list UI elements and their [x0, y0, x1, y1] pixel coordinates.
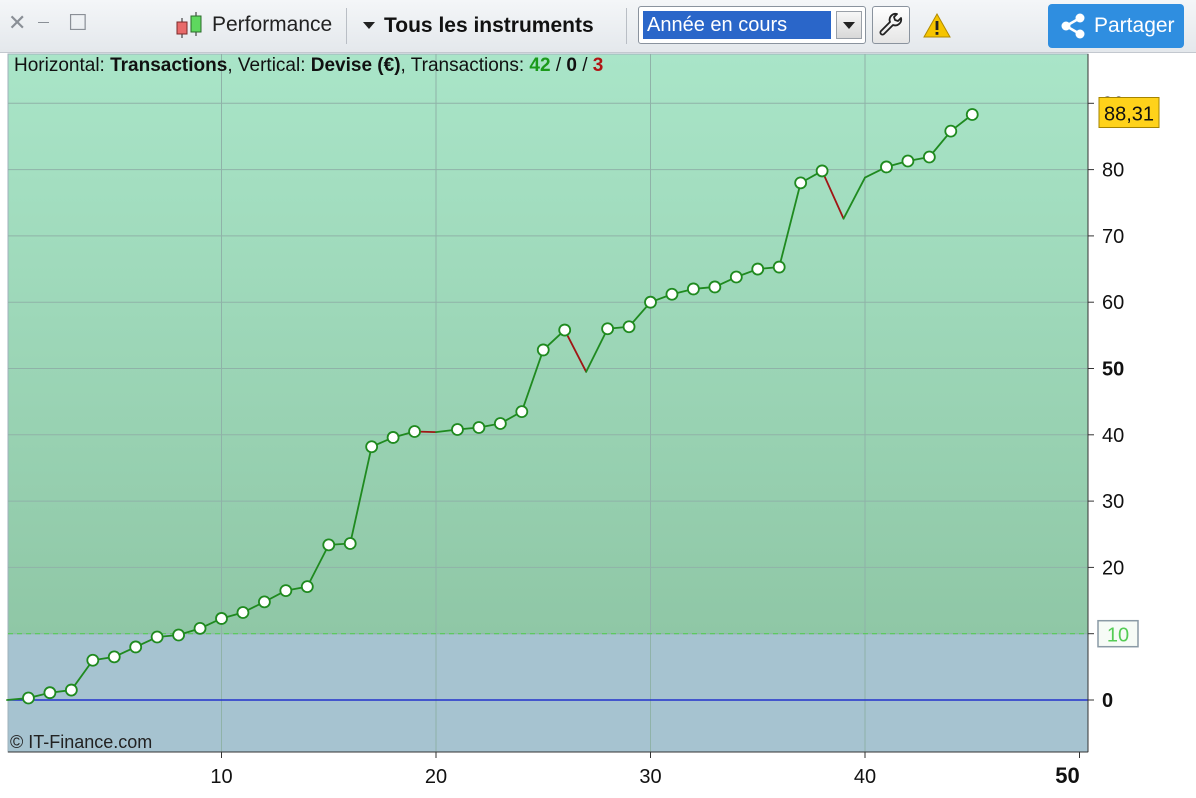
data-point[interactable]	[644, 295, 657, 309]
transactions-win-count: 42	[529, 55, 551, 76]
data-point[interactable]	[150, 630, 164, 644]
data-point[interactable]	[601, 322, 614, 336]
data-point[interactable]	[236, 606, 250, 619]
data-point[interactable]	[558, 323, 572, 337]
y-tick-label: 30	[1102, 491, 1124, 513]
data-point[interactable]	[901, 154, 915, 168]
data-point[interactable]	[729, 270, 743, 284]
transactions-loss-count: 3	[592, 55, 604, 76]
y-tick-label: 80	[1102, 160, 1124, 182]
data-point[interactable]	[622, 320, 636, 334]
y-tick-label: 60	[1102, 292, 1124, 314]
data-point[interactable]	[965, 108, 979, 121]
data-point[interactable]	[64, 683, 78, 697]
data-point[interactable]	[944, 124, 958, 138]
data-point[interactable]	[515, 405, 529, 418]
y-tick-label: 50	[1102, 359, 1124, 381]
data-point[interactable]	[386, 431, 400, 444]
data-point[interactable]	[107, 650, 121, 664]
x-tick-label: 30	[639, 766, 661, 788]
data-point[interactable]	[22, 691, 35, 705]
data-point[interactable]	[772, 260, 786, 274]
data-point[interactable]	[257, 595, 271, 609]
data-point[interactable]	[751, 262, 765, 276]
data-point[interactable]	[343, 537, 357, 550]
count-separator: /	[555, 55, 562, 76]
horizontal-value: Transactions	[110, 55, 228, 76]
upper-zone	[8, 54, 1088, 634]
data-point[interactable]	[815, 164, 829, 178]
data-point[interactable]	[451, 423, 464, 436]
data-point[interactable]	[536, 343, 550, 357]
data-point[interactable]	[708, 280, 722, 294]
horizontal-label: Horizontal:	[14, 55, 105, 76]
data-point[interactable]	[279, 584, 293, 598]
data-point[interactable]	[665, 287, 679, 301]
y-tick-label: 20	[1102, 557, 1124, 579]
y-tick-label: 0	[1102, 690, 1113, 712]
data-point[interactable]	[86, 653, 100, 667]
performance-chart[interactable]: 020304050607080901088,311020304050	[0, 0, 1196, 798]
x-tick-label: 50	[1055, 763, 1079, 788]
data-point[interactable]	[408, 425, 421, 438]
data-point[interactable]	[687, 282, 700, 296]
transactions-flat-count: 0	[566, 55, 577, 76]
y-tick-label: 40	[1102, 425, 1124, 447]
y-tick-label: 70	[1102, 226, 1124, 248]
threshold-badge-label: 10	[1107, 625, 1129, 647]
vertical-value: Devise (€)	[310, 55, 401, 76]
chart-info-bar: Horizontal: Transactions, Vertical: Devi…	[14, 55, 604, 76]
data-point[interactable]	[193, 621, 207, 635]
data-point[interactable]	[365, 440, 379, 454]
last-value-label: 88,31	[1104, 104, 1154, 126]
data-point[interactable]	[880, 160, 893, 174]
data-point[interactable]	[493, 417, 507, 430]
data-point[interactable]	[472, 421, 486, 434]
count-separator: /	[582, 55, 588, 76]
transactions-label: Transactions:	[410, 55, 525, 76]
x-tick-label: 20	[425, 766, 447, 788]
data-point[interactable]	[215, 612, 228, 625]
data-point[interactable]	[129, 640, 143, 654]
data-point[interactable]	[172, 628, 186, 642]
data-point[interactable]	[300, 580, 314, 594]
data-point[interactable]	[922, 150, 936, 164]
x-tick-label: 10	[210, 766, 232, 788]
data-point[interactable]	[43, 686, 57, 700]
x-tick-label: 40	[854, 766, 876, 788]
vertical-label: Vertical:	[237, 55, 306, 76]
data-point[interactable]	[794, 176, 808, 190]
copyright-credit: © IT-Finance.com	[10, 732, 153, 752]
data-point[interactable]	[322, 538, 336, 552]
lower-zone	[8, 633, 1088, 752]
